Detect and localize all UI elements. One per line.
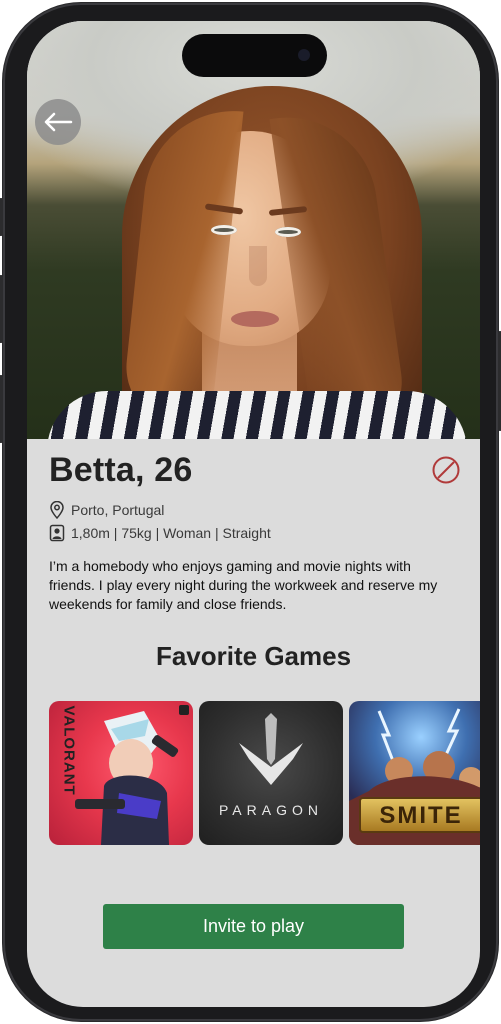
game-card-paragon[interactable]: PARAGON <box>199 701 343 845</box>
phone-frame: Betta, 26 Porto, Portugal 1,80m | 75kg |… <box>0 3 501 1021</box>
game-title-paragon: PARAGON <box>219 802 323 818</box>
valorant-logo-icon <box>179 705 189 715</box>
action-button <box>0 198 3 236</box>
block-icon <box>432 456 460 484</box>
location-text: Porto, Portugal <box>71 502 165 518</box>
favorite-games-title: Favorite Games <box>155 641 352 671</box>
game-title-valorant: VALORANT <box>60 705 78 796</box>
contact-card-icon <box>49 524 65 542</box>
details-row: 1,80m | 75kg | Woman | Straight <box>49 524 271 542</box>
volume-down-button <box>0 375 3 443</box>
invite-to-play-button[interactable]: Invite to play <box>103 904 404 949</box>
block-button[interactable] <box>431 455 461 485</box>
location-pin-icon <box>49 501 65 519</box>
arrow-left-icon <box>44 112 73 132</box>
location-row: Porto, Portugal <box>49 501 164 519</box>
dynamic-island <box>182 34 327 77</box>
details-text: 1,80m | 75kg | Woman | Straight <box>71 525 271 541</box>
app-screen: Betta, 26 Porto, Portugal 1,80m | 75kg |… <box>27 21 480 1007</box>
profile-photo <box>27 21 480 439</box>
game-card-smite[interactable]: SMITE <box>349 701 480 845</box>
favorite-games-carousel[interactable]: VALORANT PARAGON SMITE <box>49 701 480 847</box>
volume-up-button <box>0 275 3 343</box>
profile-bio: I’m a homebody who enjoys gaming and mov… <box>49 558 438 612</box>
back-button[interactable] <box>35 99 81 145</box>
game-card-valorant[interactable]: VALORANT <box>49 701 193 845</box>
game-title-smite: SMITE <box>379 802 463 829</box>
paragon-logo-icon <box>239 713 303 785</box>
front-camera <box>298 49 310 61</box>
profile-name-age: Betta, 26 <box>49 451 193 489</box>
